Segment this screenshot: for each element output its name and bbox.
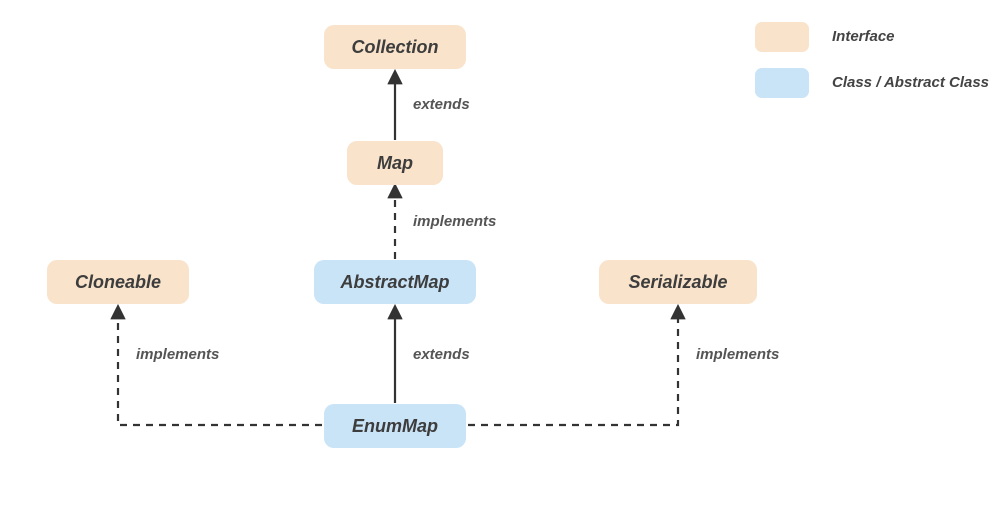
node-serializable: Serializable xyxy=(599,260,757,304)
node-collection: Collection xyxy=(324,25,466,69)
node-abstractmap: AbstractMap xyxy=(314,260,476,304)
legend-label-interface: Interface xyxy=(832,28,895,45)
edge-label-enummap-serializable: implements xyxy=(696,346,779,363)
node-label: Collection xyxy=(351,37,438,58)
edge-label-enummap-cloneable: implements xyxy=(136,346,219,363)
node-label: Map xyxy=(377,153,413,174)
edge-label-map-collection: extends xyxy=(413,96,470,113)
legend-swatch-class xyxy=(755,68,809,98)
edge-enummap-serializable xyxy=(468,307,678,425)
edge-enummap-cloneable xyxy=(118,307,322,425)
edge-label-abstractmap-map: implements xyxy=(413,213,496,230)
legend-label-class: Class / Abstract Class xyxy=(832,74,989,91)
legend-swatch-interface xyxy=(755,22,809,52)
edge-label-enummap-abstractmap: extends xyxy=(413,346,470,363)
node-label: EnumMap xyxy=(352,416,438,437)
node-label: AbstractMap xyxy=(340,272,449,293)
node-label: Serializable xyxy=(628,272,727,293)
node-label: Cloneable xyxy=(75,272,161,293)
node-cloneable: Cloneable xyxy=(47,260,189,304)
node-enummap: EnumMap xyxy=(324,404,466,448)
node-map: Map xyxy=(347,141,443,185)
